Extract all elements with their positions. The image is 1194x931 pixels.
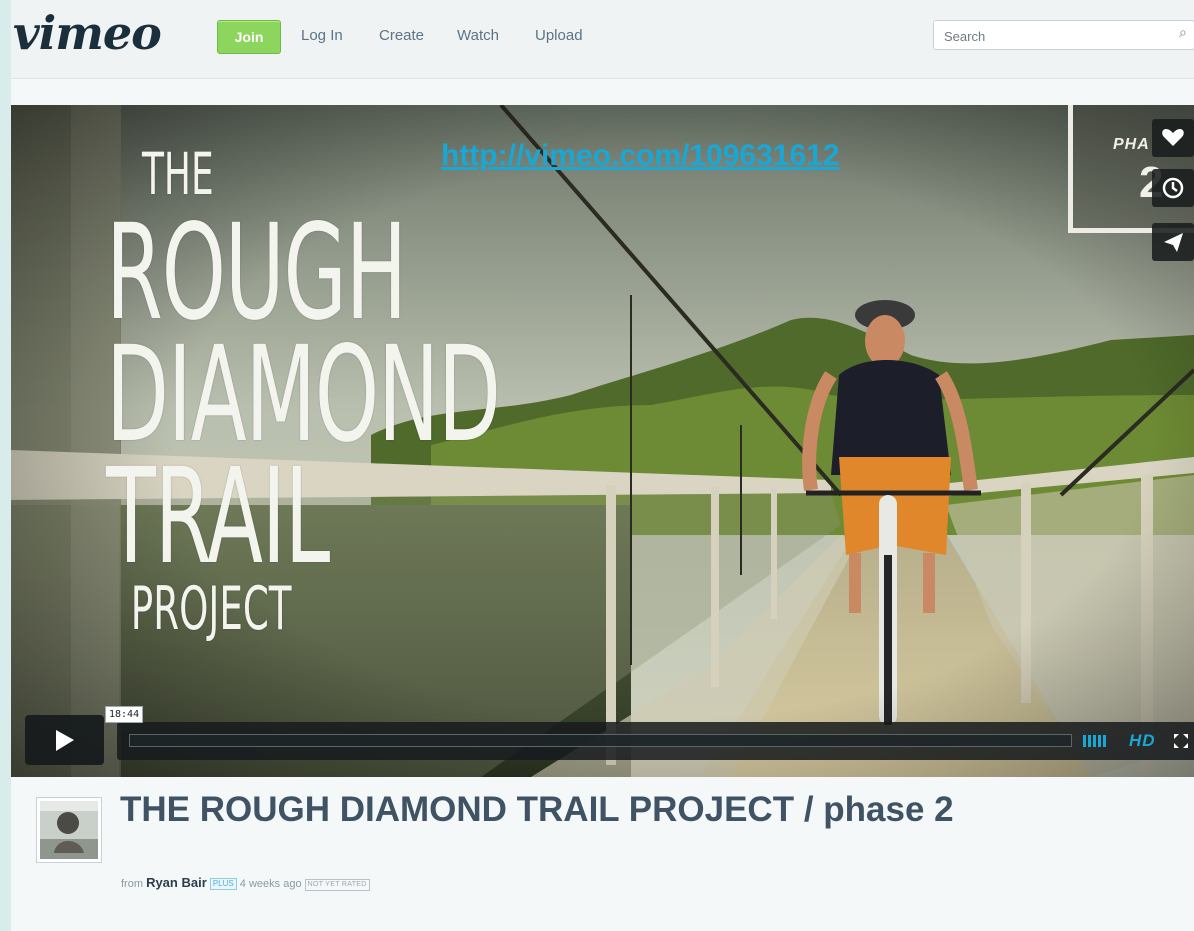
video-title: THE ROUGH DIAMOND TRAIL PROJECT / phase … [120, 790, 954, 829]
progress-bar[interactable] [129, 734, 1072, 747]
posted-time: 4 weeks ago [239, 878, 302, 890]
fullscreen-icon[interactable] [1173, 733, 1189, 754]
title-art-line-2: ROUGH [106, 196, 407, 350]
vimeo-logo[interactable]: vimeo [13, 8, 162, 58]
top-navigation-bar: vimeo Join Log In Create Watch Upload ⌕ [11, 0, 1194, 79]
player-controls: HD 18:44 [11, 706, 1194, 777]
clock-icon [1162, 177, 1184, 199]
volume-icon[interactable] [1083, 733, 1113, 754]
rating-badge: NOT YET RATED [304, 879, 370, 891]
video-url-link[interactable]: http://vimeo.com/109631612 [441, 138, 840, 174]
title-art-line-3: DIAMOND [106, 318, 501, 472]
share-button[interactable] [1152, 223, 1194, 261]
heart-icon [1162, 129, 1184, 146]
search-icon[interactable]: ⌕ [1179, 25, 1187, 41]
watch-later-button[interactable] [1152, 169, 1194, 207]
video-title-art: THE ROUGH DIAMOND TRAIL PROJECT [106, 145, 501, 639]
nav-upload-link[interactable]: Upload [535, 27, 583, 45]
search-input[interactable] [942, 26, 1156, 46]
phase-badge-label: PHA [1113, 136, 1150, 153]
like-button[interactable] [1152, 119, 1194, 157]
search-box: ⌕ [933, 20, 1194, 50]
hd-toggle[interactable]: HD [1129, 731, 1156, 751]
nav-create-link[interactable]: Create [379, 27, 424, 45]
time-code: 18:44 [105, 706, 144, 723]
play-button[interactable] [25, 715, 104, 765]
uploader-avatar[interactable] [36, 797, 102, 863]
nav-watch-link[interactable]: Watch [457, 27, 499, 45]
video-player[interactable]: THE ROUGH DIAMOND TRAIL PROJECT http://v… [11, 105, 1194, 777]
send-icon [1164, 233, 1183, 252]
video-byline: from Ryan Bair PLUS 4 weeks ago NOT YET … [121, 876, 370, 891]
page-frame: vimeo Join Log In Create Watch Upload ⌕ [11, 0, 1194, 931]
plus-badge: PLUS [209, 878, 237, 890]
join-button[interactable]: Join [217, 20, 281, 54]
uploader-name-link[interactable]: Ryan Bair [146, 875, 207, 890]
play-icon [56, 730, 74, 751]
nav-login-link[interactable]: Log In [301, 27, 343, 45]
avatar-image [40, 801, 98, 859]
byline-from: from [121, 878, 143, 890]
control-bar: HD [117, 722, 1194, 760]
